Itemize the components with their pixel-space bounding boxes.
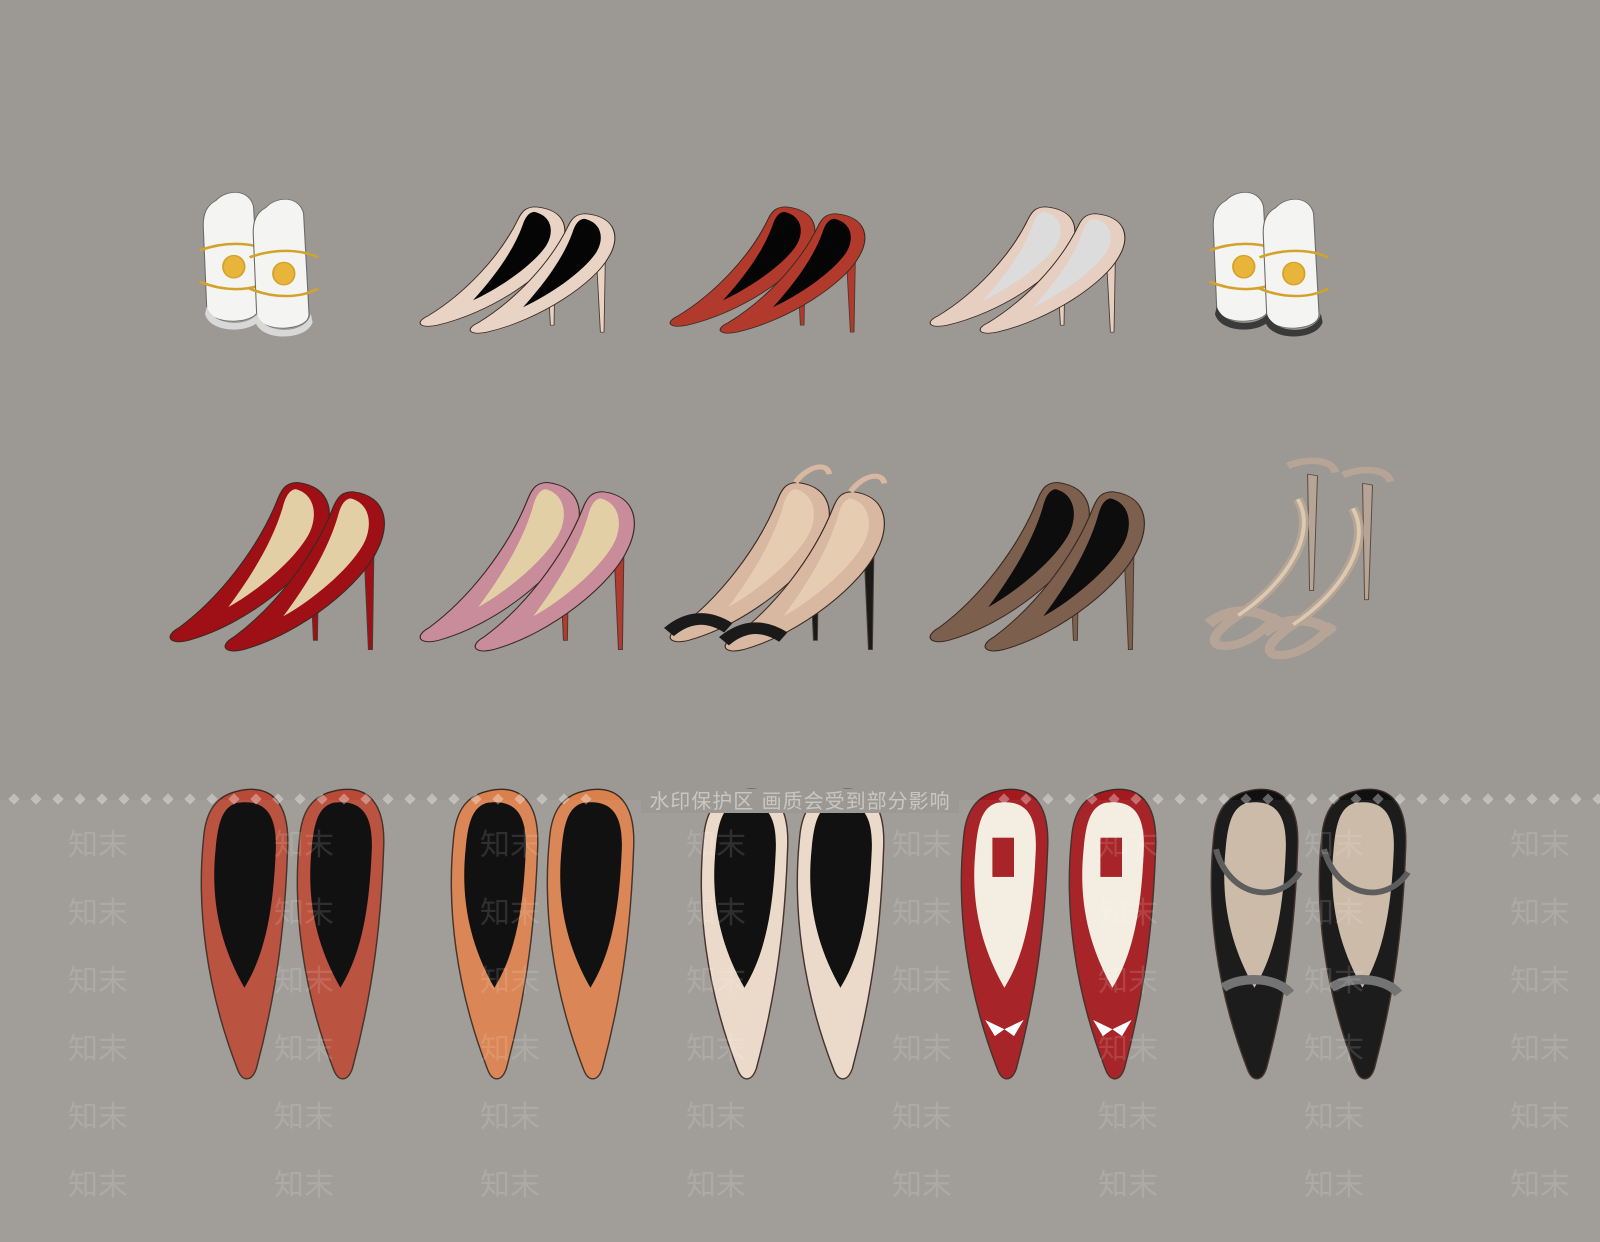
shoe-pair-3-4-graphic <box>960 788 1157 1080</box>
shoe-pair-1-5 <box>1180 175 1380 355</box>
shoe-pair-2-5 <box>1180 440 1400 680</box>
shoe-pair-1-1 <box>170 175 370 355</box>
left-shoe <box>700 788 789 1080</box>
left-shoe <box>960 788 1049 1080</box>
right-shoe <box>1318 788 1411 1080</box>
shoe-pair-3-1-graphic <box>200 788 385 1080</box>
shoe-pair-2-3 <box>664 440 890 680</box>
shoe-pair-2-1 <box>169 440 390 680</box>
shoe-pair-2-2 <box>419 440 640 680</box>
shoe-pair-1-4 <box>929 175 1130 355</box>
shoe-pair-1-3-graphic <box>669 206 866 334</box>
right-shoe <box>296 788 385 1080</box>
shoe-pair-1-4-graphic <box>929 206 1126 334</box>
right-shoe <box>546 788 635 1080</box>
right-shoe <box>1259 466 1395 660</box>
right-shoe <box>1068 788 1157 1080</box>
shoe-pair-3-2-graphic <box>450 788 635 1080</box>
right-shoe <box>796 788 885 1080</box>
left-shoe <box>1210 788 1303 1080</box>
shoe-pair-1-5-graphic <box>1208 192 1330 337</box>
shoe-pair-3-2 <box>420 780 660 1080</box>
shoe-pair-2-5-graphic <box>1204 457 1395 660</box>
right-shoe <box>248 199 320 337</box>
shoe-pair-2-1-graphic <box>169 481 385 652</box>
shoe-scene <box>0 0 1600 1242</box>
shoe-pair-2-2-graphic <box>419 481 635 652</box>
shoe-pair-1-2-graphic <box>419 206 616 334</box>
shoe-pair-3-3 <box>670 780 910 1080</box>
shoe-pair-1-1-graphic <box>198 192 320 337</box>
left-shoe <box>450 788 539 1080</box>
shoe-pair-1-3 <box>669 175 870 355</box>
shoe-pair-1-2 <box>419 175 620 355</box>
shoe-pair-3-3-graphic <box>700 788 885 1080</box>
shoe-pair-3-5 <box>1180 780 1420 1080</box>
shoe-pair-3-1 <box>170 780 410 1080</box>
shoe-pair-3-5-graphic <box>1210 788 1411 1080</box>
shoe-pair-2-4 <box>929 440 1150 680</box>
shoe-pair-2-3-graphic <box>664 464 888 652</box>
left-shoe <box>200 788 289 1080</box>
shoe-pair-3-4 <box>930 780 1170 1080</box>
right-shoe <box>1258 199 1330 337</box>
shoe-pair-2-4-graphic <box>929 481 1145 652</box>
